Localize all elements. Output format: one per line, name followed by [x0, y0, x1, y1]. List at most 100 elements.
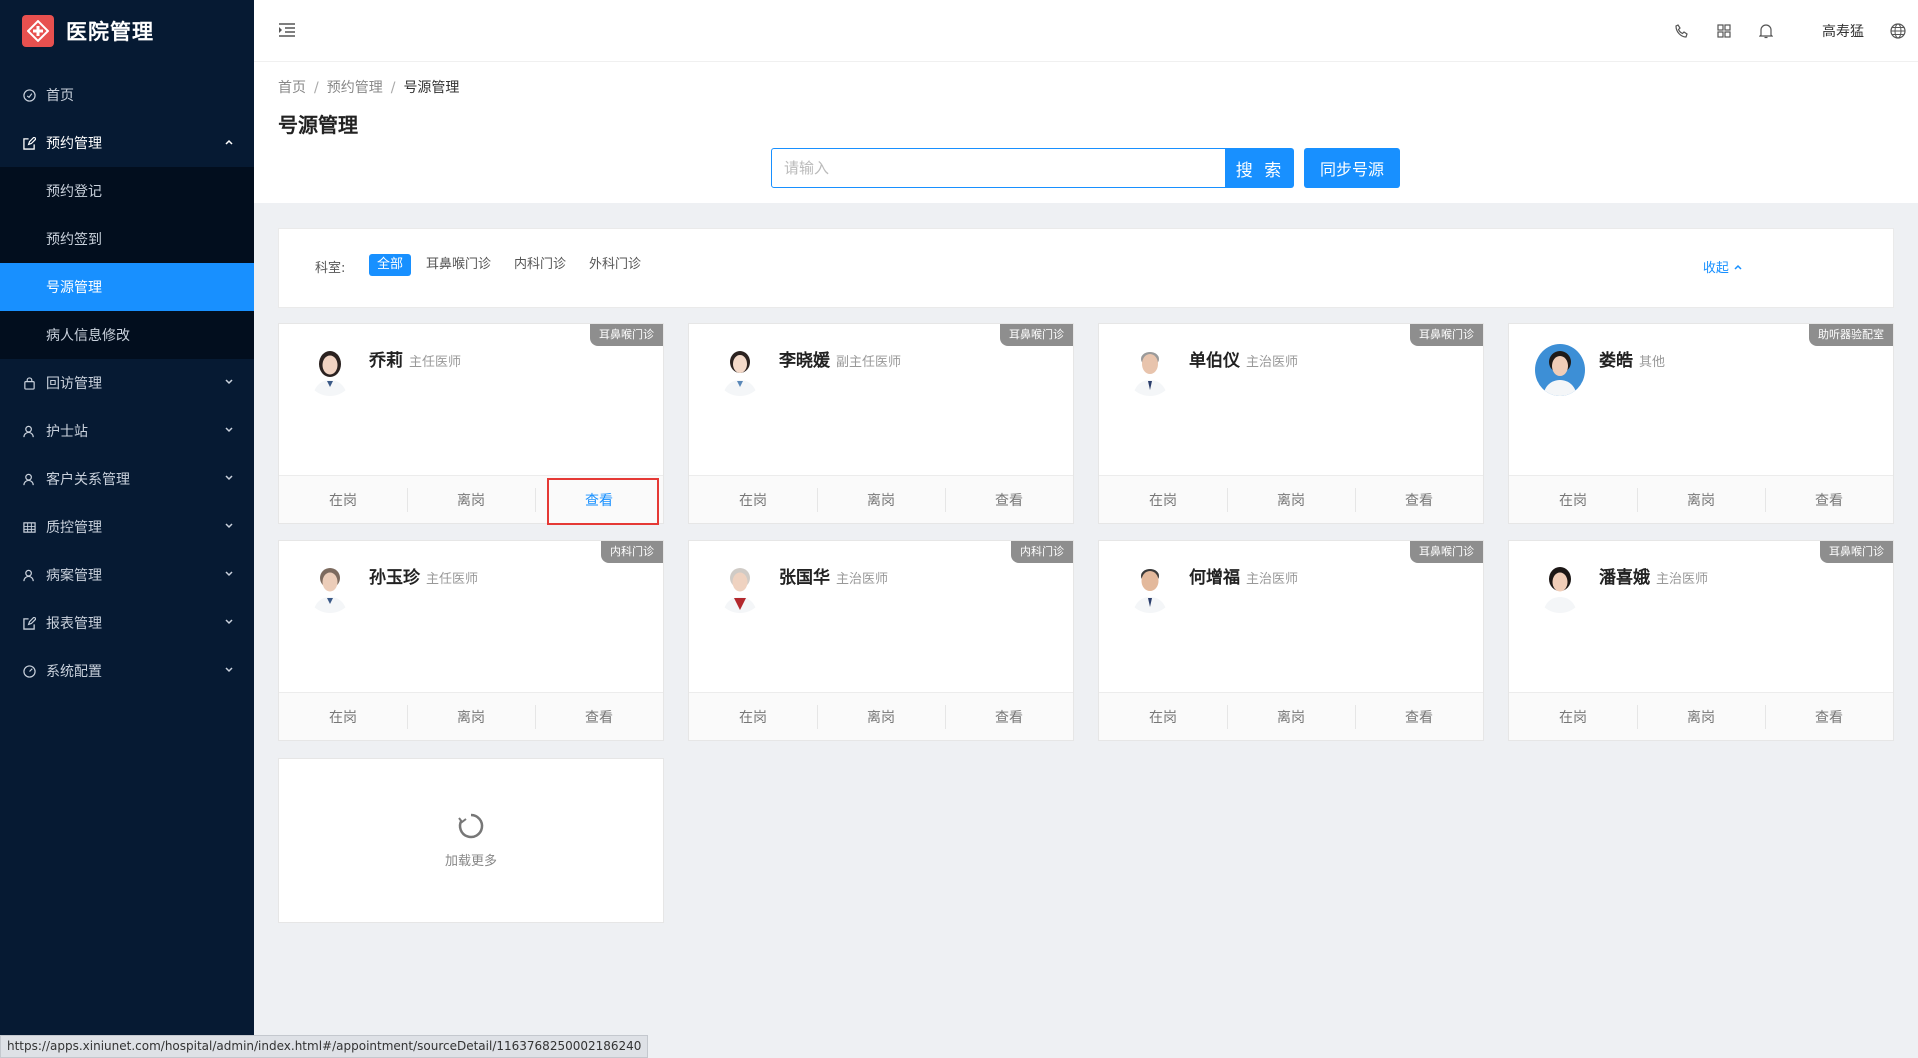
sidebar-item-label: 质控管理 [46, 520, 102, 536]
off-duty-button[interactable]: 离岗 [407, 693, 535, 740]
sidebar-item-label: 报表管理 [46, 616, 102, 632]
view-button[interactable]: 查看 [1765, 693, 1893, 740]
breadcrumb-home[interactable]: 首页 [278, 80, 306, 96]
doctor-name-line: 孙玉珍 主任医师 [369, 563, 478, 588]
doctor-card: 内科门诊 孙玉珍 主任医师 在岗 离岗 查看 [278, 540, 664, 741]
globe-icon[interactable] [1888, 21, 1908, 41]
on-duty-button[interactable]: 在岗 [1509, 693, 1637, 740]
filter-tag-ent[interactable]: 耳鼻喉门诊 [418, 254, 499, 276]
chevron-down-icon [224, 663, 234, 679]
sidebar-item-quality-control[interactable]: 质控管理 [0, 503, 254, 551]
sidebar-item-label: 首页 [46, 88, 74, 104]
card-actions: 在岗 离岗 查看 [1099, 475, 1483, 523]
department-badge: 耳鼻喉门诊 [1000, 324, 1073, 346]
view-button[interactable]: 查看 [535, 476, 663, 525]
view-button[interactable]: 查看 [535, 693, 663, 740]
department-badge: 助听器验配室 [1809, 324, 1893, 346]
doctor-name: 何增福 [1189, 568, 1240, 588]
on-duty-button[interactable]: 在岗 [1099, 693, 1227, 740]
doctor-name-line: 娄皓 其他 [1599, 346, 1665, 371]
doctor-name-line: 何增福 主治医师 [1189, 563, 1298, 588]
view-button[interactable]: 查看 [945, 693, 1073, 740]
page-header: 首页 / 预约管理 / 号源管理 号源管理 搜 索 同步号源 [254, 62, 1918, 203]
on-duty-button[interactable]: 在岗 [279, 476, 407, 523]
sidebar-item-reports[interactable]: 报表管理 [0, 599, 254, 647]
username[interactable]: 高寿猛 [1822, 21, 1864, 41]
sidebar-item-label: 回访管理 [46, 376, 102, 392]
bell-icon[interactable] [1756, 21, 1776, 41]
filter-tag-all[interactable]: 全部 [369, 254, 412, 276]
sidebar-item-source-management[interactable]: 号源管理 [0, 263, 254, 311]
off-duty-button[interactable]: 离岗 [817, 693, 945, 740]
breadcrumb-separator: / [390, 80, 396, 96]
off-duty-button[interactable]: 离岗 [407, 476, 535, 523]
view-button[interactable]: 查看 [945, 476, 1073, 523]
view-button[interactable]: 查看 [1355, 693, 1483, 740]
card-actions: 在岗 离岗 查看 [1099, 692, 1483, 740]
off-duty-button[interactable]: 离岗 [1637, 693, 1765, 740]
sidebar-item-appointment-register[interactable]: 预约登记 [0, 167, 254, 215]
on-duty-button[interactable]: 在岗 [1099, 476, 1227, 523]
card-actions: 在岗 离岗 查看 [689, 692, 1073, 740]
collapse-toggle[interactable]: 收起 [1703, 257, 1743, 276]
grid-icon[interactable] [1714, 21, 1734, 41]
doctor-name-line: 张国华 主治医师 [779, 563, 888, 588]
menu-fold-icon[interactable] [278, 22, 296, 42]
filter-tag-internal[interactable]: 内科门诊 [506, 254, 574, 276]
breadcrumb: 首页 / 预约管理 / 号源管理 [278, 77, 459, 97]
avatar [305, 561, 355, 613]
sidebar-item-crm[interactable]: 客户关系管理 [0, 455, 254, 503]
sidebar-item-appointment-checkin[interactable]: 预约签到 [0, 215, 254, 263]
doctor-name: 乔莉 [369, 351, 403, 371]
doctor-name-line: 潘喜娥 主治医师 [1599, 563, 1708, 588]
on-duty-button[interactable]: 在岗 [689, 693, 817, 740]
avatar [1125, 344, 1175, 396]
sync-source-button[interactable]: 同步号源 [1304, 148, 1400, 188]
breadcrumb-parent[interactable]: 预约管理 [327, 80, 383, 96]
load-more-card[interactable]: 加载更多 [278, 758, 664, 923]
phone-icon[interactable] [1672, 21, 1692, 41]
on-duty-button[interactable]: 在岗 [689, 476, 817, 523]
off-duty-button[interactable]: 离岗 [817, 476, 945, 523]
chevron-down-icon [224, 615, 234, 631]
off-duty-button[interactable]: 离岗 [1227, 476, 1355, 523]
sidebar-item-patient-info-edit[interactable]: 病人信息修改 [0, 311, 254, 359]
doctor-card: 耳鼻喉门诊 单伯仪 主治医师 在岗 离岗 查看 [1098, 323, 1484, 524]
breadcrumb-separator: / [314, 80, 319, 96]
on-duty-button[interactable]: 在岗 [279, 693, 407, 740]
off-duty-button[interactable]: 离岗 [1227, 693, 1355, 740]
sidebar-item-system-config[interactable]: 系统配置 [0, 647, 254, 695]
avatar [1535, 344, 1585, 396]
sidebar-menu: 首页 预约管理 预约登记 预约签到 号源管理 病人信息修改 回访管理 护士站 客… [0, 71, 254, 695]
avatar [715, 344, 765, 396]
doctor-name: 李晓媛 [779, 351, 830, 371]
edit-icon [22, 616, 36, 630]
doctor-card: 耳鼻喉门诊 何增福 主治医师 在岗 离岗 查看 [1098, 540, 1484, 741]
sidebar-item-label: 护士站 [46, 424, 88, 440]
hospital-logo-icon [22, 15, 54, 47]
view-button[interactable]: 查看 [1765, 476, 1893, 523]
search-button[interactable]: 搜 索 [1226, 148, 1294, 188]
logo[interactable]: 医院管理 [0, 0, 254, 62]
chevron-up-icon [1734, 264, 1742, 270]
filter-tag-surgery[interactable]: 外科门诊 [581, 254, 649, 276]
view-button[interactable]: 查看 [1355, 476, 1483, 523]
sidebar-item-medical-records[interactable]: 病案管理 [0, 551, 254, 599]
sidebar-item-followup[interactable]: 回访管理 [0, 359, 254, 407]
chevron-up-icon [224, 135, 234, 151]
doctor-name-line: 乔莉 主任医师 [369, 346, 461, 371]
off-duty-button[interactable]: 离岗 [1637, 476, 1765, 523]
doctor-title: 主任医师 [409, 355, 462, 370]
sidebar: 医院管理 首页 预约管理 预约登记 预约签到 号源管理 病人信息修改 回访管理 … [0, 0, 254, 1058]
sidebar-item-home[interactable]: 首页 [0, 71, 254, 119]
doctor-name: 娄皓 [1599, 351, 1633, 371]
sidebar-item-appointment[interactable]: 预约管理 [0, 119, 254, 167]
top-header: 高寿猛 [254, 0, 1918, 62]
user-icon [22, 568, 36, 582]
doctor-name: 孙玉珍 [369, 568, 420, 588]
on-duty-button[interactable]: 在岗 [1509, 476, 1637, 523]
breadcrumb-current: 号源管理 [403, 80, 460, 96]
sidebar-item-nurse-station[interactable]: 护士站 [0, 407, 254, 455]
search-input[interactable] [771, 148, 1226, 188]
doctor-name-line: 单伯仪 主治医师 [1189, 346, 1298, 371]
